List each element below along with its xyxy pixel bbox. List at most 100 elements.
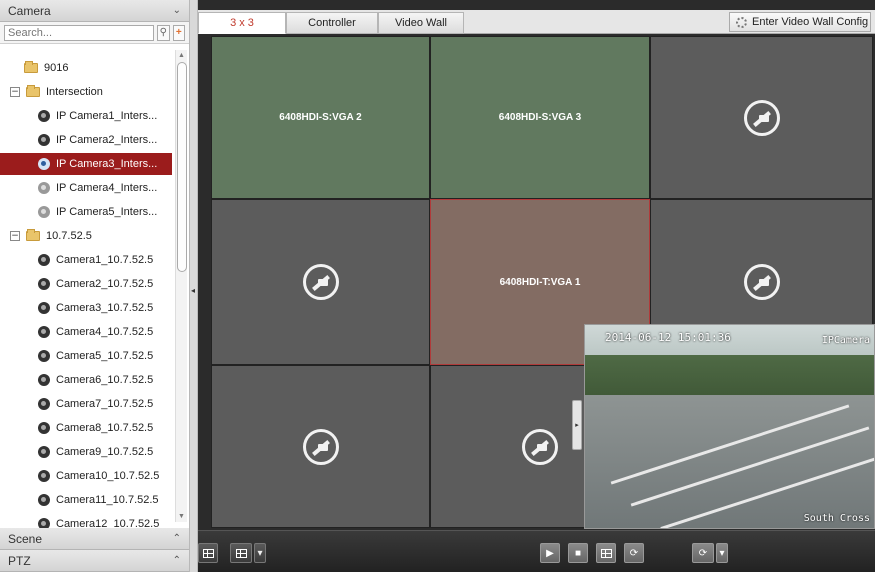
refresh-button[interactable]: ⟳ (624, 543, 644, 563)
camera-icon (38, 374, 50, 386)
chevron-up-icon[interactable]: ⌃ (173, 533, 181, 544)
camera-item[interactable]: IP Camera2_Inters... (0, 129, 172, 151)
tab-3x3[interactable]: 3 x 3 (198, 12, 286, 34)
play-button[interactable]: ▶ (540, 543, 560, 563)
tree-item-label: Camera5_10.7.52.5 (56, 350, 154, 362)
scroll-down-icon[interactable]: ▼ (178, 513, 185, 520)
preview-road (585, 395, 874, 528)
camera-item[interactable]: Camera3_10.7.52.5 (0, 297, 172, 319)
camera-icon (38, 518, 50, 528)
preview-toggle-icon[interactable]: ▸ (572, 400, 582, 450)
scene-header[interactable]: Scene ⌃ (0, 528, 189, 550)
folder-icon (24, 61, 38, 73)
search-icon[interactable]: ⚲ (157, 24, 170, 41)
camera-item[interactable]: Camera10_10.7.52.5 (0, 465, 172, 487)
preview-camera-name: IPCamera (821, 335, 870, 346)
tree-item-label: Camera11_10.7.52.5 (56, 494, 159, 506)
folder-icon (26, 229, 40, 241)
tree-item-label: Camera4_10.7.52.5 (56, 326, 154, 338)
camera-item[interactable]: Camera9_10.7.52.5 (0, 441, 172, 463)
window-mode-button[interactable] (230, 543, 252, 563)
loop-button[interactable]: ⟳ (692, 543, 714, 563)
camera-item[interactable]: Camera4_10.7.52.5 (0, 321, 172, 343)
clear-button[interactable] (596, 543, 616, 563)
wall-window-cell[interactable]: 6408HDI-S:VGA 3 (430, 36, 650, 199)
camera-icon (38, 494, 50, 506)
ptz-header-label: PTZ (8, 553, 31, 568)
camera-tree: 9016 − Intersection IP Camera1_Inters... IP … (0, 44, 189, 528)
scroll-thumb[interactable] (177, 62, 187, 272)
tree-item-label: IP Camera1_Inters... (56, 110, 158, 122)
no-signal-icon (743, 264, 780, 300)
panel-splitter[interactable]: ◂ (190, 0, 198, 572)
tree-item-label: Intersection (46, 86, 103, 98)
collapse-toggle-icon[interactable]: − (10, 231, 20, 241)
search-input[interactable] (4, 24, 154, 41)
tree-item-label: IP Camera2_Inters... (56, 134, 158, 146)
enter-config-label: Enter Video Wall Config (752, 16, 869, 28)
collapse-toggle-icon[interactable]: − (10, 87, 20, 97)
loop-dropdown[interactable]: ▾ (716, 543, 728, 563)
camera-item[interactable]: Camera6_10.7.52.5 (0, 369, 172, 391)
scene-header-label: Scene (8, 531, 43, 546)
wall-window-cell[interactable] (211, 365, 430, 528)
no-signal-icon (743, 99, 780, 136)
chevron-up-icon[interactable]: ⌃ (173, 555, 181, 566)
stop-button[interactable]: ■ (568, 543, 588, 563)
camera-item[interactable]: IP Camera3_Inters... (0, 153, 172, 175)
tree-item-label: Camera3_10.7.52.5 (56, 302, 154, 314)
camera-item[interactable]: Camera12_10.7.52.5 (0, 513, 172, 528)
tab-video-wall[interactable]: Video Wall (378, 12, 464, 34)
camera-item[interactable]: Camera2_10.7.52.5 (0, 273, 172, 295)
no-signal-icon (302, 428, 339, 465)
folder-item[interactable]: 9016 (0, 57, 172, 79)
tree-item-label: Camera2_10.7.52.5 (56, 278, 154, 290)
clear-icon (600, 548, 612, 558)
enter-video-wall-config-button[interactable]: Enter Video Wall Config (729, 12, 871, 32)
bottom-toolbar: ▾ ▶ ■ ⟳ ⟳ ▾ (198, 530, 875, 572)
search-row: ⚲ + (0, 22, 189, 44)
ptz-header[interactable]: PTZ ⌃ (0, 550, 189, 572)
window-mode-dropdown[interactable]: ▾ (254, 543, 266, 563)
camera-header[interactable]: Camera ⌄ (0, 0, 189, 22)
folder-icon (26, 85, 40, 97)
tab-controller[interactable]: Controller (286, 12, 378, 34)
chevron-down-icon[interactable]: ⌄ (173, 5, 181, 16)
window-mode-icon (235, 548, 247, 558)
wall-window-cell[interactable] (211, 199, 430, 365)
scroll-up-icon[interactable]: ▲ (178, 52, 185, 59)
camera-item[interactable]: IP Camera4_Inters... (0, 177, 172, 199)
tree-item-label: 10.7.52.5 (46, 230, 92, 242)
no-signal-icon (302, 264, 339, 300)
camera-offline-icon (38, 206, 50, 218)
camera-item[interactable]: IP Camera1_Inters... (0, 105, 172, 127)
decoder-output-label: 6408HDI-T:VGA 1 (499, 276, 581, 288)
tab-bar: 3 x 3 Controller Video Wall Enter Video … (198, 10, 875, 34)
camera-item[interactable]: Camera11_10.7.52.5 (0, 489, 172, 511)
camera-item[interactable]: Camera1_10.7.52.5 (0, 249, 172, 271)
camera-item[interactable]: Camera8_10.7.52.5 (0, 417, 172, 439)
folder-item[interactable]: − 10.7.52.5 (0, 225, 172, 247)
tree-item-label: IP Camera4_Inters... (56, 182, 158, 194)
tree-item-label: Camera1_10.7.52.5 (56, 254, 154, 266)
camera-icon (38, 398, 50, 410)
camera-icon (38, 254, 50, 266)
grid-layout-icon (202, 548, 214, 558)
camera-icon (38, 158, 50, 170)
tree-item-label: Camera8_10.7.52.5 (56, 422, 154, 434)
tree-scrollbar[interactable]: ▲ ▼ (175, 50, 187, 522)
camera-item[interactable]: IP Camera5_Inters... (0, 201, 172, 223)
live-preview-window[interactable]: 2014-06-12 15:01:36 IPCamera South Cross (584, 324, 875, 529)
no-signal-icon (522, 428, 558, 465)
layout-button[interactable] (198, 543, 218, 563)
camera-item[interactable]: Camera7_10.7.52.5 (0, 393, 172, 415)
tree-item-label: 9016 (44, 62, 69, 74)
wall-window-cell[interactable]: 6408HDI-S:VGA 2 (211, 36, 430, 199)
add-icon[interactable]: + (172, 24, 185, 41)
camera-item[interactable]: Camera5_10.7.52.5 (0, 345, 172, 367)
collapse-icon[interactable]: ◂ (191, 286, 195, 295)
wall-window-cell[interactable] (650, 36, 873, 199)
folder-item[interactable]: − Intersection (0, 81, 172, 103)
camera-offline-icon (38, 182, 50, 194)
camera-icon (38, 326, 50, 338)
